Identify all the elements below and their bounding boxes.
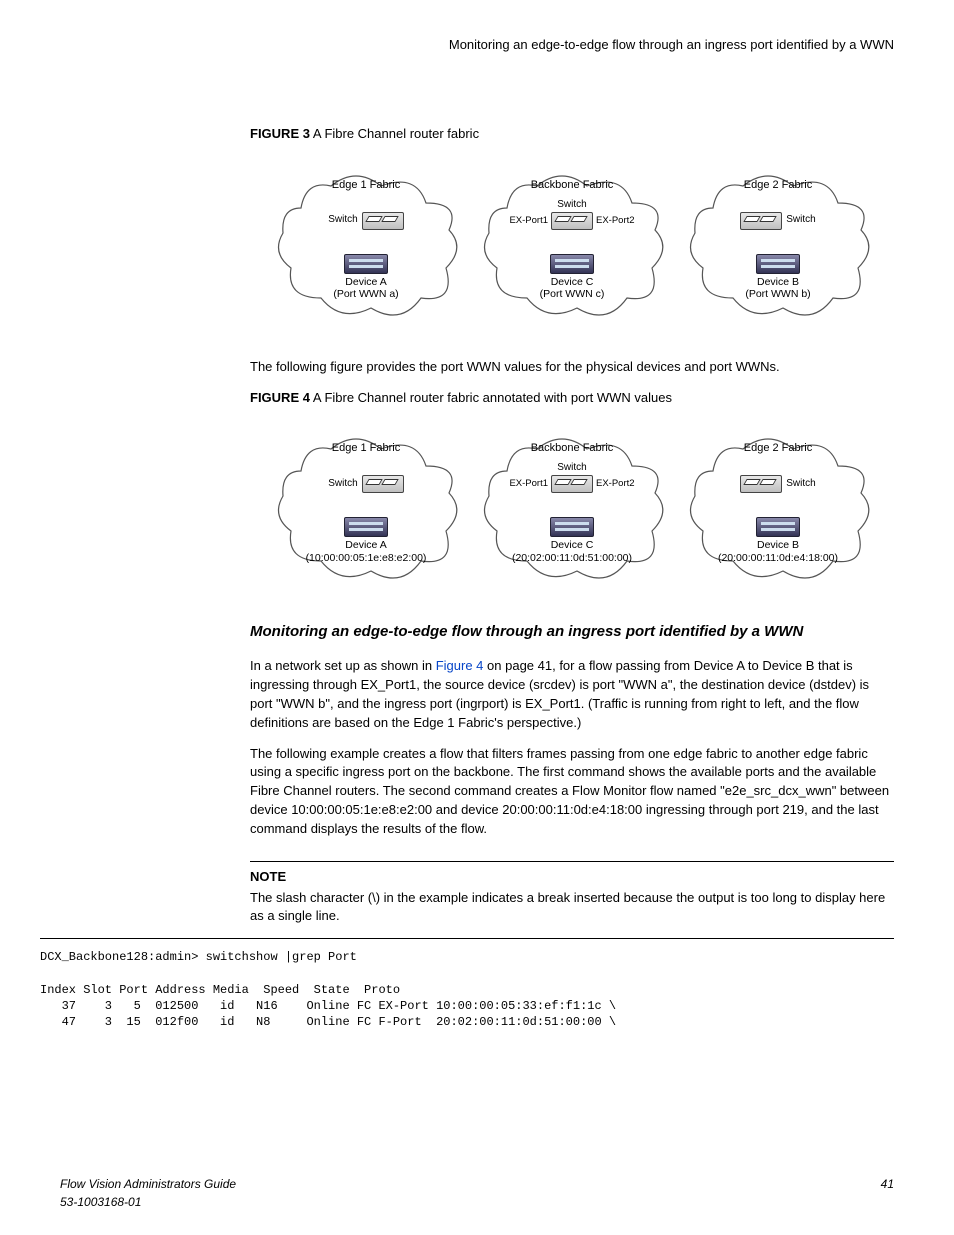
switch-icon	[740, 212, 782, 230]
cli-output: DCX_Backbone128:admin> switchshow |grep …	[40, 945, 894, 1030]
paragraph-1: In a network set up as shown in Figure 4…	[250, 657, 894, 732]
device-sub: (20:00:00:11:0d:e4:18:00)	[683, 552, 873, 565]
fabric-title: Backbone Fabric	[477, 178, 667, 194]
switch-icon	[362, 475, 404, 493]
figure4-caption: FIGURE 4 A Fibre Channel router fabric a…	[250, 389, 894, 408]
switch-label: Switch	[328, 477, 357, 492]
ex-port1-label: EX-Port1	[509, 477, 548, 491]
device-icon	[550, 517, 594, 537]
note-body: The slash character (\) in the example i…	[250, 889, 894, 927]
device-name: Device B	[683, 276, 873, 289]
device-sub: (20:02:00:11:0d:51:00:00)	[477, 552, 667, 565]
running-header: Monitoring an edge-to-edge flow through …	[40, 36, 894, 55]
ex-port2-label: EX-Port2	[596, 214, 635, 228]
para1-a: In a network set up as shown in	[250, 658, 436, 673]
fabric-title: Edge 1 Fabric	[271, 178, 461, 194]
figure3-caption: FIGURE 3 A Fibre Channel router fabric	[250, 125, 894, 144]
section-title: Monitoring an edge-to-edge flow through …	[250, 621, 894, 643]
figure3-diagram: Edge 1 Fabric Switch Device A (Port WWN …	[250, 158, 894, 328]
figure3-edge1-fabric: Edge 1 Fabric Switch Device A (Port WWN …	[271, 158, 461, 328]
device-sub: (10:00:00:05:1e:e8:e2:00)	[271, 552, 461, 565]
switch-icon	[551, 212, 593, 230]
device-sub: (Port WWN c)	[477, 288, 667, 301]
switch-label: Switch	[477, 461, 667, 476]
page-number: 41	[881, 1176, 894, 1211]
switch-icon	[551, 475, 593, 493]
ex-port1-label: EX-Port1	[509, 214, 548, 228]
device-name: Device C	[477, 539, 667, 552]
figure4-caption-text: A Fibre Channel router fabric annotated …	[313, 390, 672, 405]
fabric-title: Edge 1 Fabric	[271, 441, 461, 457]
figure4-backbone-fabric: Backbone Fabric Switch EX-Port1 EX-Port2…	[477, 421, 667, 591]
figure4-edge2-fabric: Edge 2 Fabric Switch Device B (20:00:00:…	[683, 421, 873, 591]
device-icon	[344, 254, 388, 274]
figure4-label: FIGURE 4	[250, 390, 310, 405]
paragraph-2: The following example creates a flow tha…	[250, 745, 894, 839]
device-icon	[550, 254, 594, 274]
device-icon	[756, 517, 800, 537]
device-name: Device A	[271, 276, 461, 289]
fabric-title: Edge 2 Fabric	[683, 178, 873, 194]
device-name: Device B	[683, 539, 873, 552]
figure3-label: FIGURE 3	[250, 126, 310, 141]
device-name: Device A	[271, 539, 461, 552]
switch-icon	[740, 475, 782, 493]
cli-output-wrap: DCX_Backbone128:admin> switchshow |grep …	[40, 938, 894, 1030]
page-footer: Flow Vision Administrators Guide 53-1003…	[60, 1176, 894, 1211]
note-title: NOTE	[250, 868, 894, 887]
fabric-title: Backbone Fabric	[477, 441, 667, 457]
device-icon	[756, 254, 800, 274]
figure4-link[interactable]: Figure 4	[436, 658, 484, 673]
figure3-caption-text: A Fibre Channel router fabric	[313, 126, 479, 141]
device-sub: (Port WWN a)	[271, 288, 461, 301]
figure4-diagram: Edge 1 Fabric Switch Device A (10:00:00:…	[250, 421, 894, 591]
switch-label: Switch	[477, 198, 667, 213]
note-top-rule	[250, 861, 894, 862]
switch-label: Switch	[786, 213, 815, 228]
figure3-edge2-fabric: Edge 2 Fabric Switch Device B (Port WWN …	[683, 158, 873, 328]
footer-doc-number: 53-1003168-01	[60, 1194, 236, 1211]
switch-icon	[362, 212, 404, 230]
switch-label: Switch	[786, 477, 815, 492]
device-icon	[344, 517, 388, 537]
device-sub: (Port WWN b)	[683, 288, 873, 301]
figure3-backbone-fabric: Backbone Fabric Switch EX-Port1 EX-Port2…	[477, 158, 667, 328]
figure4-edge1-fabric: Edge 1 Fabric Switch Device A (10:00:00:…	[271, 421, 461, 591]
device-name: Device C	[477, 276, 667, 289]
footer-title: Flow Vision Administrators Guide	[60, 1176, 236, 1193]
switch-label: Switch	[328, 213, 357, 228]
ex-port2-label: EX-Port2	[596, 477, 635, 491]
intertext: The following figure provides the port W…	[250, 358, 894, 377]
fabric-title: Edge 2 Fabric	[683, 441, 873, 457]
